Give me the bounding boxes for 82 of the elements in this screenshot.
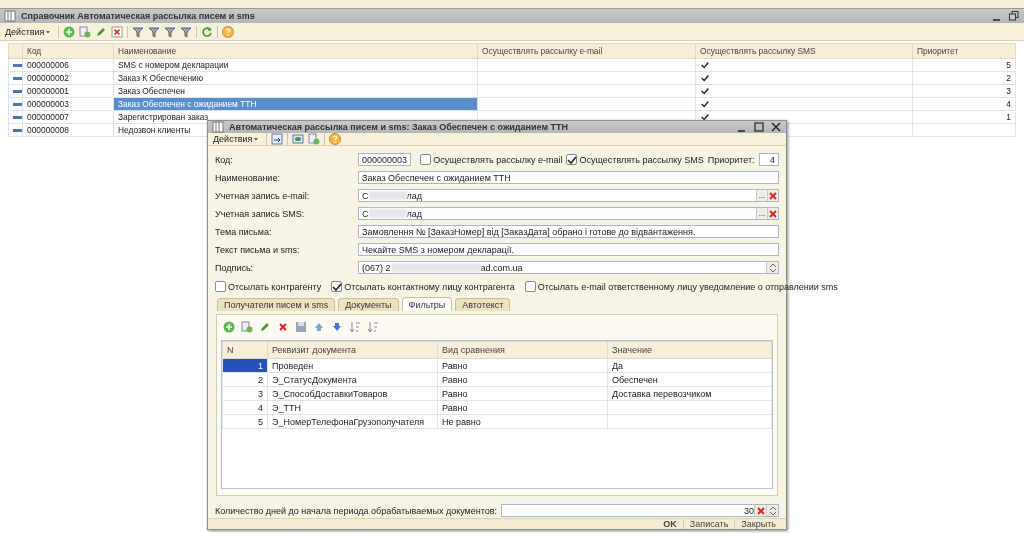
table-cell: Да bbox=[607, 358, 772, 373]
table-cell: Проведен bbox=[267, 358, 438, 373]
checkbox-label: Отсылать контрагенту bbox=[228, 281, 322, 292]
tab[interactable]: Автотекст bbox=[455, 298, 511, 311]
input-field[interactable]: 30 bbox=[501, 504, 779, 517]
table-cell: 000000002 bbox=[22, 71, 114, 85]
field-label: Текст письма и sms: bbox=[215, 244, 301, 255]
tab[interactable]: Документы bbox=[338, 298, 399, 311]
table-cell: Равно bbox=[437, 372, 608, 387]
input-field[interactable]: С лад ... bbox=[358, 189, 779, 202]
field-label: Приоритет: bbox=[707, 154, 755, 165]
table-cell: 000000003 bbox=[22, 97, 114, 111]
table-cell: 5 bbox=[222, 414, 268, 429]
field-text: С bbox=[362, 190, 369, 201]
checkbox-label: Осуществлять рассылку e-mail bbox=[433, 154, 563, 165]
table-cell: Равно bbox=[437, 386, 608, 401]
window-title: Справочник Автоматическая рассылка писем и sms bbox=[21, 11, 255, 21]
input-field[interactable]: 000000003 bbox=[358, 153, 412, 166]
field-label: Учетная запись e-mail: bbox=[215, 190, 311, 201]
field-label: Тема письма: bbox=[215, 226, 273, 237]
input-field[interactable]: Чекайте SMS з номером декларації. bbox=[358, 243, 779, 256]
table-cell: 000000006 bbox=[22, 58, 114, 72]
field-text: лад bbox=[406, 190, 422, 201]
table-cell: Э_НомерТелефонаГрузополучателя bbox=[267, 414, 438, 429]
table-cell: Э_СпособДоставкиТоваров bbox=[267, 386, 438, 401]
table-cell: 2 bbox=[912, 71, 1016, 85]
table-cell: 4 bbox=[912, 97, 1016, 111]
checkbox-label: Отсылать контактному лицу контрагента bbox=[344, 281, 515, 292]
column-header[interactable]: Код bbox=[22, 43, 114, 59]
table-cell: Заказ Обеспечен bbox=[113, 84, 478, 98]
footer-button[interactable]: Закрыть bbox=[734, 519, 782, 529]
input-field[interactable]: 4 bbox=[758, 153, 779, 166]
footer-button[interactable]: OK bbox=[657, 519, 683, 529]
field-text: 30 bbox=[744, 505, 754, 516]
actions-menu[interactable]: Действия bbox=[211, 134, 263, 144]
table-cell: Э_ТТН bbox=[267, 400, 438, 415]
input-field[interactable]: (067) 2 ad.com.ua bbox=[358, 261, 779, 274]
checkbox-label: Отсылать e-mail ответственному лицу уведомление о отправлении sms bbox=[537, 281, 838, 292]
field-label: Код: bbox=[215, 154, 234, 165]
field-label: Учетная запись SMS: bbox=[215, 208, 306, 219]
footer-button[interactable]: Записать bbox=[682, 519, 735, 529]
column-header[interactable]: N bbox=[222, 341, 268, 359]
column-header[interactable]: Вид сравнения bbox=[437, 341, 608, 359]
table-cell: Равно bbox=[437, 358, 608, 373]
table-cell: Не равно bbox=[437, 414, 608, 429]
field-label: Подпись: bbox=[215, 262, 255, 273]
column-header[interactable]: Осуществлять рассылку SMS bbox=[695, 43, 913, 59]
table-cell: Доставка перевозчиком bbox=[607, 386, 772, 401]
field-text: (067) 2 bbox=[362, 262, 391, 273]
table-cell: 5 bbox=[912, 58, 1016, 72]
table-cell: SMS с номером декларации bbox=[113, 58, 478, 72]
table-cell: Заказ К Обеспечению bbox=[113, 71, 478, 85]
column-header[interactable]: Реквизит документа bbox=[267, 341, 438, 359]
table-cell: 3 bbox=[912, 84, 1016, 98]
table-cell: 2 bbox=[222, 372, 268, 387]
table-cell: 1 bbox=[912, 110, 1016, 124]
table-cell: Равно bbox=[437, 400, 608, 415]
table-cell: 000000007 bbox=[22, 110, 114, 124]
field-label: Наименование: bbox=[215, 172, 281, 183]
table-cell: 3 bbox=[222, 386, 268, 401]
column-header[interactable]: Осуществлять рассылку e-mail bbox=[477, 43, 696, 59]
field-text: ad.com.ua bbox=[480, 262, 523, 273]
table-cell: Э_СтатусДокумента bbox=[267, 372, 438, 387]
actions-menu[interactable]: Действия bbox=[3, 26, 55, 37]
table-cell: 4 bbox=[222, 400, 268, 415]
input-field[interactable]: Заказ Обеспечен с ожиданием ТТН bbox=[358, 171, 779, 184]
field-label: Количество дней до начала периода обрабатываемых документов: bbox=[215, 505, 498, 516]
column-header[interactable]: Наименование bbox=[113, 43, 478, 59]
table-cell: Обеспечен bbox=[607, 372, 772, 387]
tab[interactable]: Получатели писем и sms bbox=[217, 298, 336, 311]
select-button[interactable]: ... bbox=[756, 190, 767, 201]
table-cell: 000000008 bbox=[22, 123, 114, 137]
table-cell: 000000001 bbox=[22, 84, 114, 98]
column-header[interactable]: Приоритет bbox=[912, 43, 1016, 59]
input-field[interactable]: С лад ... bbox=[358, 207, 779, 220]
field-text: лад bbox=[406, 208, 422, 219]
tab[interactable]: Фильтры bbox=[401, 297, 453, 311]
column-header[interactable]: Значение bbox=[607, 341, 772, 359]
field-text: С bbox=[362, 208, 369, 219]
checkbox-label: Осуществлять рассылку SMS bbox=[579, 154, 704, 165]
select-button[interactable]: ... bbox=[756, 208, 767, 219]
input-field[interactable]: Замовлення № [ЗаказНомер] від [ЗаказДата] обрано і готове до відвантаження. bbox=[358, 225, 779, 238]
